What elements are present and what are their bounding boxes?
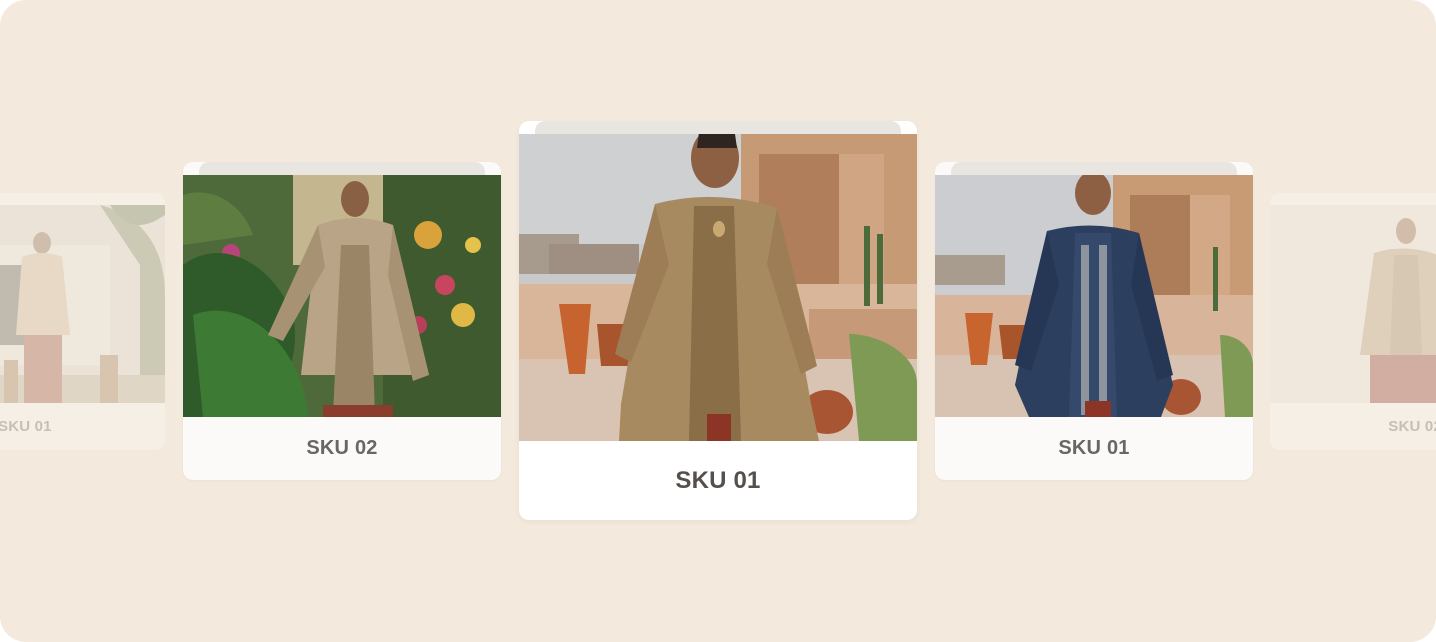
sku-label: SKU 02 xyxy=(306,437,378,459)
card-stack-edge xyxy=(951,162,1237,176)
sku-label: SKU 01 xyxy=(0,418,52,435)
carousel-card-left[interactable]: SKU 02 xyxy=(183,162,501,480)
carousel-card-center[interactable]: SKU 01 xyxy=(519,121,917,520)
carousel-card-right[interactable]: SKU 01 xyxy=(935,162,1253,480)
sku-label: SKU 01 xyxy=(1058,437,1130,459)
product-photo xyxy=(0,205,165,403)
carousel-card-far-left[interactable]: SKU 01 xyxy=(0,193,165,450)
product-photo xyxy=(519,134,917,441)
card-stack-edge xyxy=(535,121,901,135)
sku-label: SKU 02 xyxy=(1388,418,1436,435)
carousel-card-far-right[interactable]: SKU 02 xyxy=(1270,193,1436,450)
sku-label: SKU 01 xyxy=(675,466,761,494)
product-photo xyxy=(183,175,501,417)
product-photo xyxy=(1270,205,1436,403)
product-carousel: SKU 01 SKU 02 SKU 01 SKU 01 SKU 0 xyxy=(0,0,1436,642)
card-stack-edge xyxy=(199,162,485,176)
product-photo xyxy=(935,175,1253,417)
